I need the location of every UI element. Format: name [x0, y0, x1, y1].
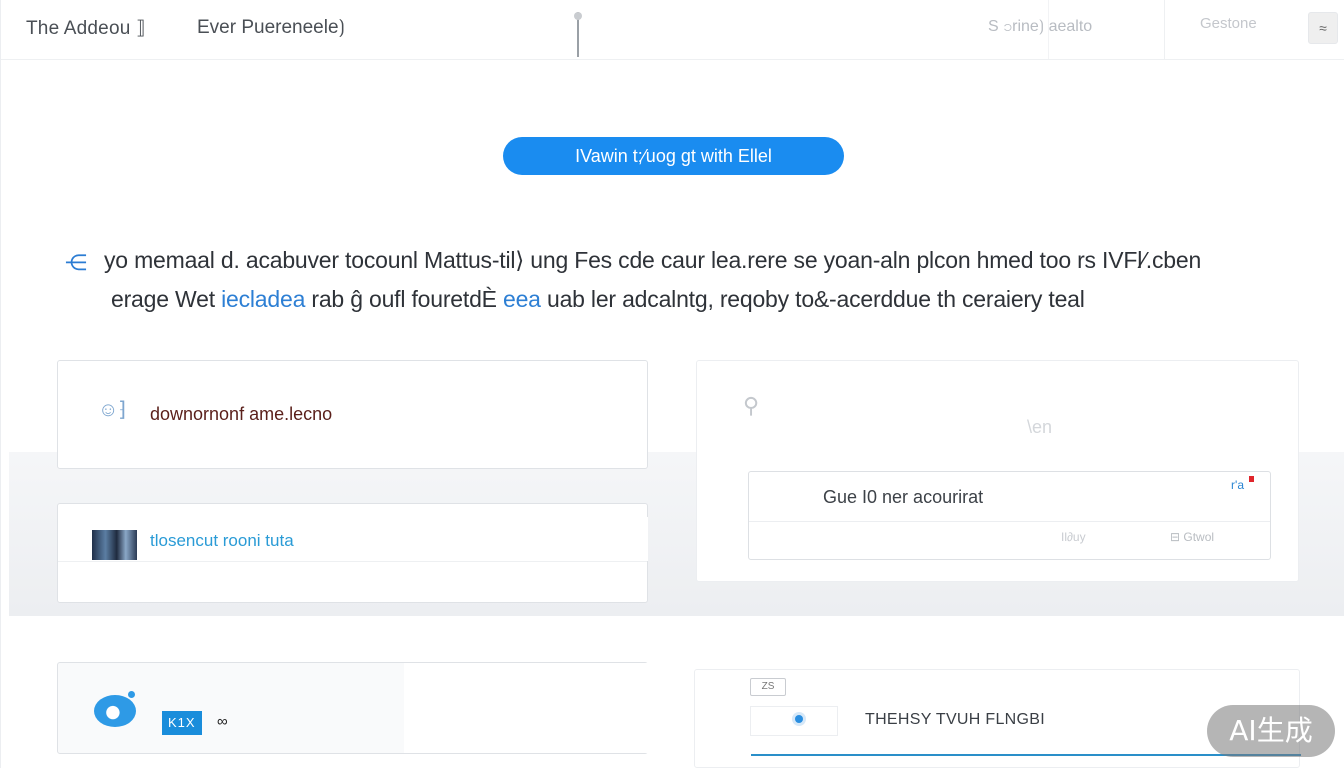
card-blank-area — [404, 517, 648, 561]
field-tag: r'a — [1231, 478, 1244, 492]
intro-paragraph-line2: erage Wet iecladea rab ĝ oufl fouretdÈ e… — [111, 286, 1311, 313]
option-card-2[interactable]: tlosencut rooni tuta — [57, 503, 648, 603]
intro-text: uab ler adcalntg, reqoby to&-acerddue th… — [540, 286, 1085, 312]
option-card-1-label: downornonf ame.lecno — [150, 404, 333, 424]
divider — [1164, 0, 1165, 59]
assistant-icon: ☺⁆ — [98, 399, 127, 421]
radio-container[interactable] — [750, 706, 838, 736]
intro-link[interactable]: iecladea — [221, 286, 305, 312]
radio-button[interactable] — [795, 715, 803, 723]
image-thumbnail — [92, 530, 137, 560]
intro-link[interactable]: eea — [503, 286, 541, 312]
active-underline — [751, 754, 1301, 756]
form-card-label: \en — [1027, 417, 1053, 437]
field-action-2[interactable]: ⊟ Gtwol — [1170, 530, 1214, 544]
divider — [1048, 0, 1049, 59]
whale-logo-icon — [94, 691, 136, 727]
divider — [58, 561, 647, 562]
badge: K1X — [162, 711, 202, 735]
person-icon: ⚲ — [743, 393, 760, 418]
option-card-2-label: tlosencut rooni tuta — [150, 531, 294, 550]
intro-text: rab ĝ oufl fouretdÈ — [305, 286, 503, 312]
search-link[interactable]: S ၁rine⟯ aealto — [988, 15, 1092, 39]
chip: ZS — [750, 678, 786, 696]
required-marker — [1249, 476, 1254, 482]
top-bar: The Addeou ⟧ Ever Puereneele⟯ S ၁rine⟯ a… — [1, 0, 1344, 60]
ai-generated-watermark: AI生成 — [1207, 705, 1335, 757]
pin-icon — [574, 12, 582, 57]
back-arrow-icon: ⋲ — [65, 250, 87, 275]
text-field-value: Gue I0 ner acourirat — [823, 487, 984, 507]
nav-link-subtitle[interactable]: Ever Puereneele⟯ — [197, 17, 345, 39]
option-card-4[interactable]: K1X ∞ — [57, 662, 648, 754]
intro-text: erage Wet — [111, 286, 222, 312]
option-card-5-label: THEHSY TVUH FLNGBI — [865, 711, 1045, 728]
field-action-1[interactable]: Il∂uy — [1061, 530, 1086, 544]
primary-cta-button[interactable]: IVawin t;⁄uog gt with Ellel — [503, 137, 844, 175]
text-field[interactable]: Gue I0 ner acourirat r'a Il∂uy ⊟ Gtwol — [748, 471, 1271, 560]
app-title: The Addeou ⟧ — [26, 18, 146, 39]
badge-suffix: ∞ — [217, 713, 228, 730]
settings-link[interactable]: Gestone — [1200, 15, 1257, 32]
page: The Addeou ⟧ Ever Puereneele⟯ S ၁rine⟯ a… — [0, 0, 1344, 768]
card-blank-area — [404, 663, 648, 753]
option-card-1[interactable]: ☺⁆ downornonf ame.lecno — [57, 360, 648, 469]
divider — [749, 521, 1270, 522]
intro-paragraph-line1: yo memaal d. acabuver tocounl Mattus-til… — [104, 247, 1202, 273]
wave-menu-icon[interactable]: ≈ — [1308, 12, 1338, 44]
form-card: ⚲ \en Gue I0 ner acourirat r'a Il∂uy ⊟ G… — [696, 360, 1299, 582]
